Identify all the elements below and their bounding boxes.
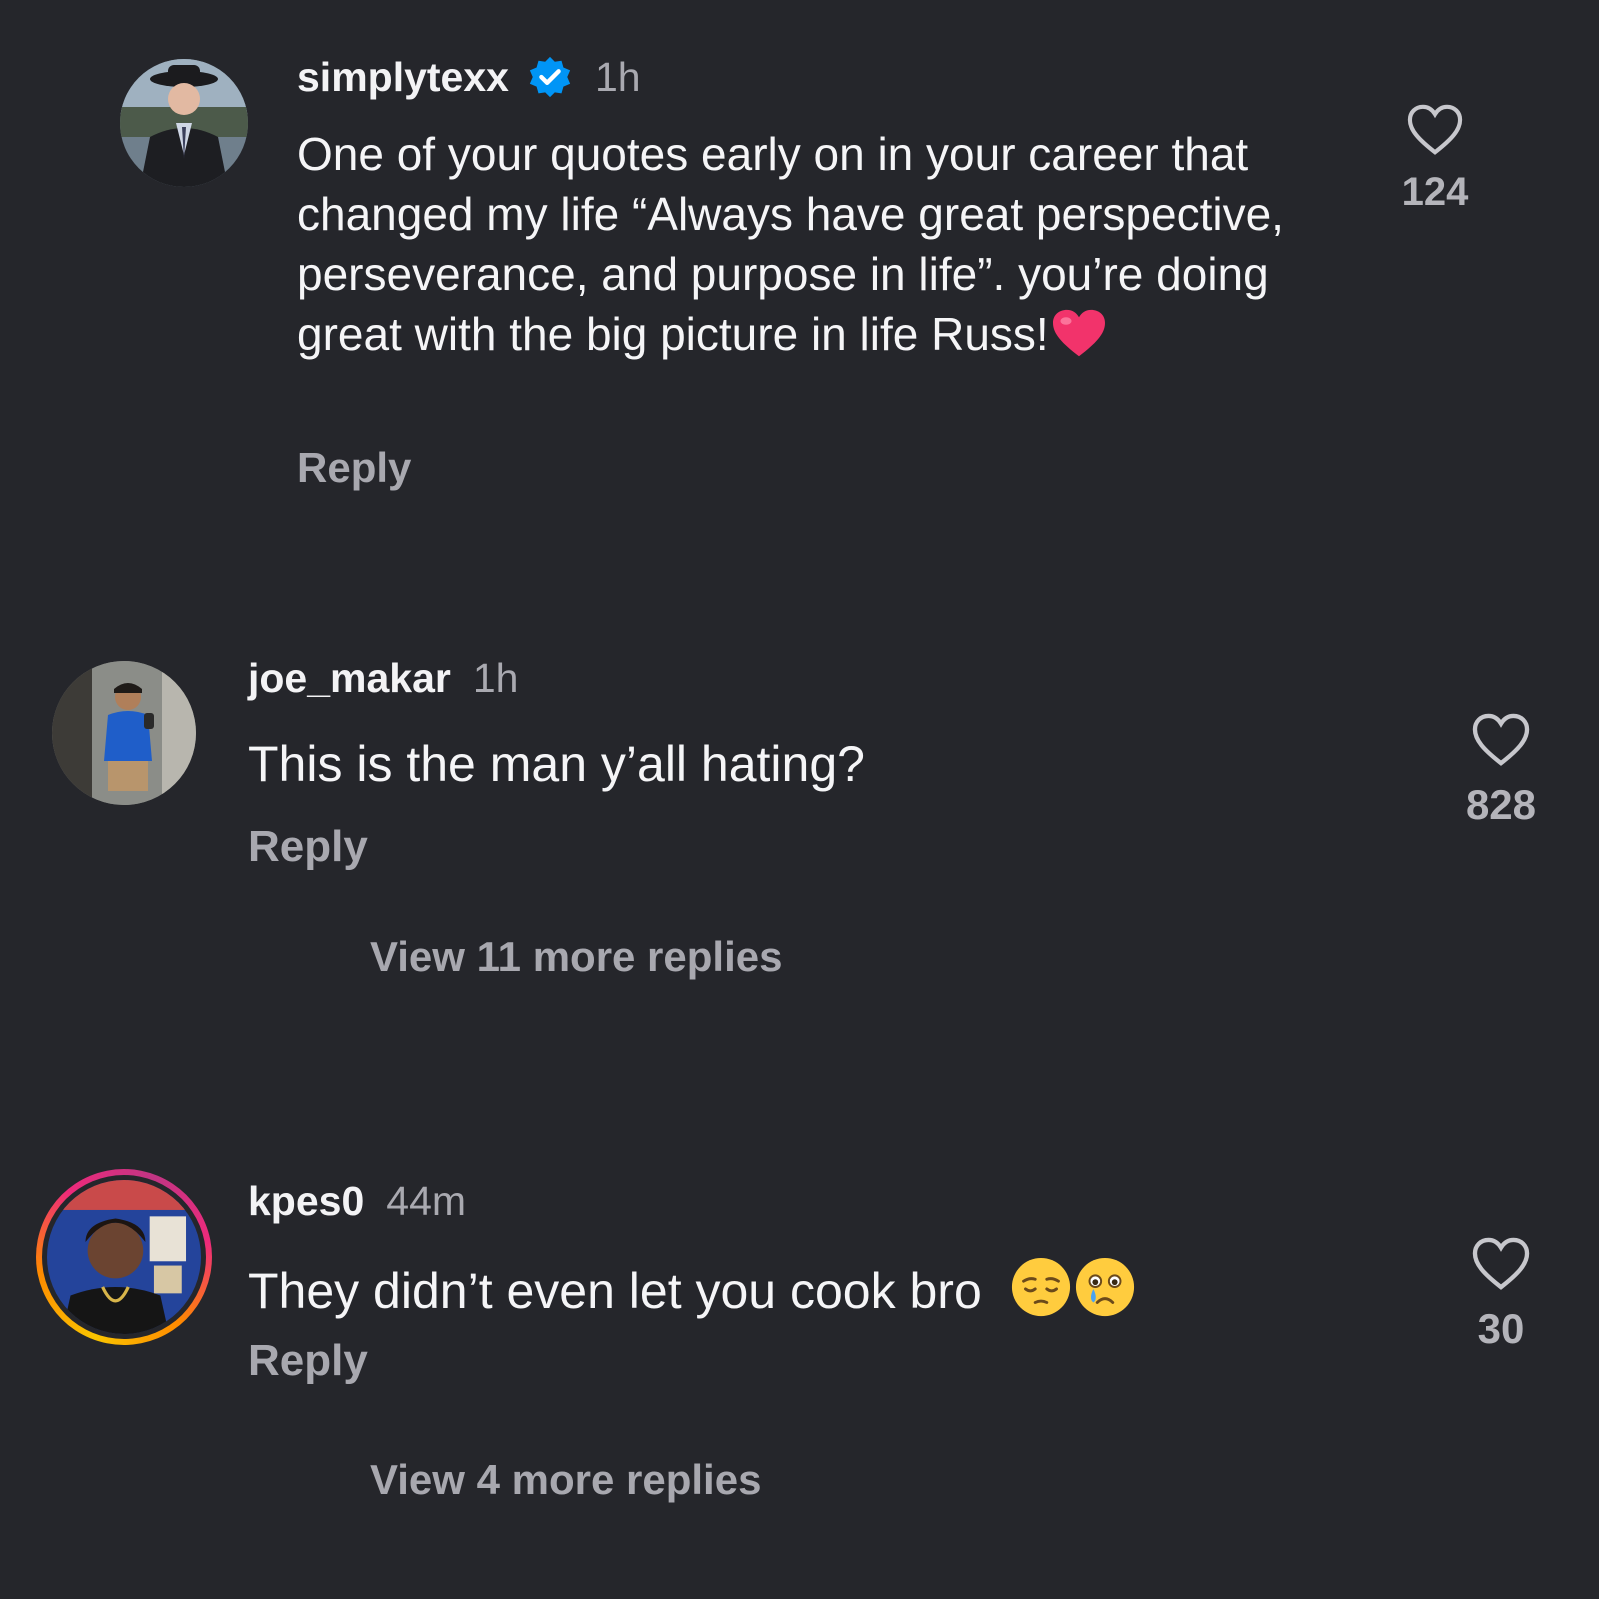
reply-button[interactable]: Reply bbox=[248, 822, 368, 872]
heart-icon[interactable] bbox=[1407, 104, 1463, 156]
like-count: 30 bbox=[1477, 1305, 1525, 1352]
comment-header: kpes0 44m bbox=[248, 1178, 466, 1225]
like-control: 828 bbox=[1446, 713, 1556, 829]
reply-button[interactable]: Reply bbox=[248, 1336, 368, 1386]
username[interactable]: simplytexx bbox=[297, 54, 509, 101]
like-count: 828 bbox=[1465, 781, 1537, 828]
username[interactable]: joe_makar bbox=[248, 655, 451, 702]
comment-body: This is the man y’all hating? bbox=[248, 734, 1348, 794]
comment-text: They didn’t even let you cook bro bbox=[248, 1263, 982, 1319]
pensive-face-icon bbox=[1010, 1256, 1072, 1333]
heart-icon[interactable] bbox=[1472, 713, 1530, 767]
comment-body: They didn’t even let you cook bro bbox=[248, 1256, 1398, 1333]
avatar-photo-icon bbox=[47, 1180, 201, 1334]
timestamp: 1h bbox=[594, 54, 641, 100]
verified-badge-icon bbox=[527, 55, 573, 101]
timestamp: 44m bbox=[386, 1178, 467, 1224]
crying-face-icon bbox=[1074, 1256, 1136, 1333]
comment-text: This is the man y’all hating? bbox=[248, 736, 865, 792]
comment-text: One of your quotes early on in your care… bbox=[297, 128, 1284, 360]
like-count: 124 bbox=[1401, 170, 1469, 214]
avatar-photo-icon bbox=[120, 59, 248, 187]
timestamp: 1h bbox=[472, 655, 519, 701]
reply-button[interactable]: Reply bbox=[297, 444, 411, 492]
avatar-photo-icon bbox=[52, 661, 196, 805]
comment-body: One of your quotes early on in your care… bbox=[297, 124, 1317, 374]
red-heart-icon bbox=[1051, 308, 1107, 374]
comment-header: simplytexx 1h bbox=[297, 54, 641, 101]
story-ring-avatar[interactable] bbox=[36, 1169, 212, 1345]
like-control: 124 bbox=[1380, 104, 1490, 215]
avatar[interactable] bbox=[52, 661, 196, 805]
like-control: 30 bbox=[1446, 1237, 1556, 1353]
view-more-replies-button[interactable]: View 11 more replies bbox=[370, 933, 782, 981]
avatar[interactable] bbox=[120, 59, 248, 187]
comment-header: joe_makar 1h bbox=[248, 655, 518, 702]
heart-icon[interactable] bbox=[1472, 1237, 1530, 1291]
view-more-replies-button[interactable]: View 4 more replies bbox=[370, 1456, 761, 1504]
username[interactable]: kpes0 bbox=[248, 1178, 364, 1225]
